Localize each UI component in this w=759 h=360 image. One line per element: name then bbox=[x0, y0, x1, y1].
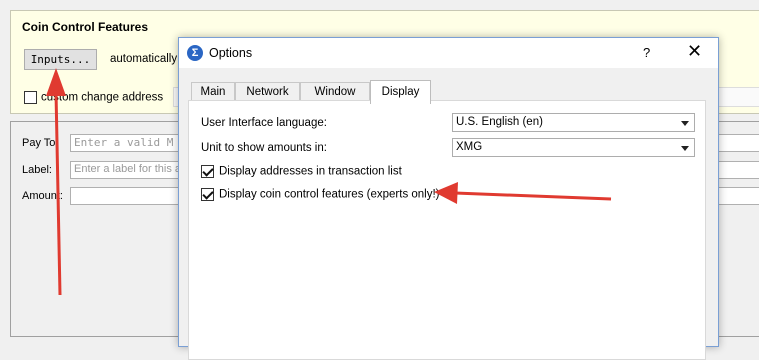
custom-change-checkbox[interactable] bbox=[24, 91, 37, 104]
ui-language-select[interactable]: U.S. English (en) bbox=[452, 113, 695, 132]
tab-network[interactable]: Network bbox=[235, 82, 300, 102]
tab-main[interactable]: Main bbox=[191, 82, 235, 102]
chevron-down-icon bbox=[681, 121, 689, 126]
coin-control-option[interactable]: Display coin control features (experts o… bbox=[201, 188, 440, 201]
display-tab-panel: User Interface language: U.S. English (e… bbox=[188, 100, 706, 360]
dialog-title: Options bbox=[209, 46, 253, 60]
pay-to-label: Pay To: bbox=[22, 137, 59, 149]
inputs-button[interactable]: Inputs... bbox=[24, 49, 97, 70]
ui-language-label: User Interface language: bbox=[201, 117, 327, 129]
chevron-down-icon bbox=[681, 146, 689, 151]
amount-label: Amount: bbox=[22, 190, 63, 202]
custom-change-label: custom change address bbox=[41, 91, 164, 104]
dialog-titlebar: Σ Options ? ✕ bbox=[179, 38, 718, 68]
coin-control-label: Display coin control features (experts o… bbox=[219, 188, 440, 201]
options-dialog: Σ Options ? ✕ Main Network Window Displa… bbox=[178, 37, 719, 360]
coin-control-title: Coin Control Features bbox=[22, 20, 149, 34]
label-label: Label: bbox=[22, 164, 52, 176]
show-addresses-option[interactable]: Display addresses in transaction list bbox=[201, 165, 402, 178]
close-icon[interactable]: ✕ bbox=[687, 41, 702, 62]
coin-control-checkbox[interactable] bbox=[201, 188, 214, 201]
custom-change-option[interactable]: custom change address bbox=[24, 91, 163, 104]
show-addresses-checkbox[interactable] bbox=[201, 165, 214, 178]
unit-value: XMG bbox=[456, 141, 483, 153]
unit-label: Unit to show amounts in: bbox=[201, 142, 327, 154]
auto-selected-label: automatically s bbox=[110, 53, 187, 65]
help-button[interactable]: ? bbox=[643, 45, 650, 60]
tab-window[interactable]: Window bbox=[300, 82, 370, 102]
app-logo-icon: Σ bbox=[187, 45, 203, 61]
unit-select[interactable]: XMG bbox=[452, 138, 695, 157]
ui-language-value: U.S. English (en) bbox=[456, 116, 543, 128]
tab-display[interactable]: Display bbox=[370, 80, 431, 104]
show-addresses-label: Display addresses in transaction list bbox=[219, 165, 402, 178]
